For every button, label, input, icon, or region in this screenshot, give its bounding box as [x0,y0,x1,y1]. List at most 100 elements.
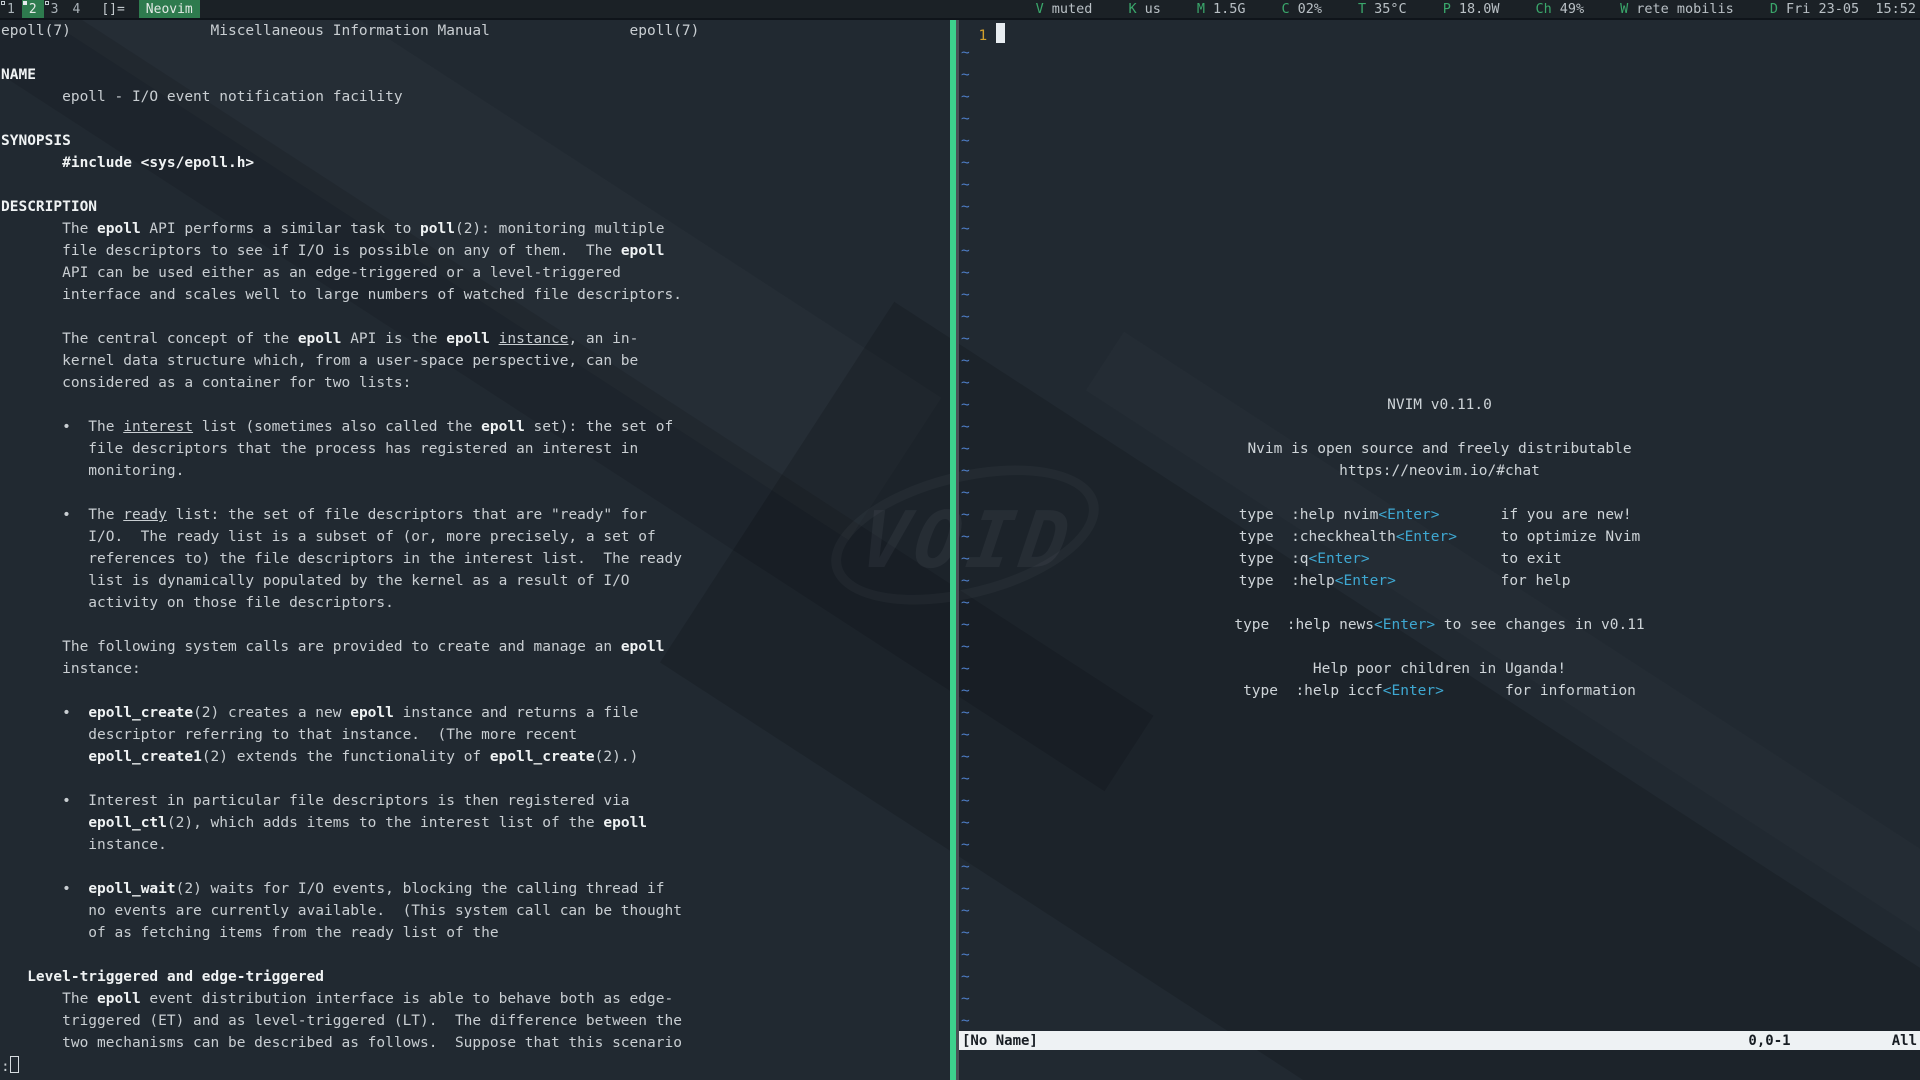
man-line: file descriptors that the process has re… [1,438,699,460]
man-line: API can be used either as an edge-trigge… [1,262,699,284]
nvim-row: ~ [961,922,1005,944]
man-line [1,680,699,702]
nvim-row: ~ [961,328,1005,350]
man-line: references to) the file descriptors in t… [1,548,699,570]
tag-2[interactable]: 2 [22,0,44,18]
intro-line: type :help<Enter> for help [959,570,1920,592]
nvim-row: ~ [961,790,1005,812]
nvim-statusline: [No Name] 0,0-1 All [959,1031,1920,1050]
nvim-row: 1 [961,20,1005,42]
tag-1[interactable]: 1 [0,0,22,18]
man-line: I/O. The ready list is a subset of (or, … [1,526,699,548]
man-line: instance. [1,834,699,856]
man-line: The epoll API performs a similar task to… [1,218,699,240]
man-line: The epoll event distribution interface i… [1,988,699,1010]
man-line: triggered (ET) and as level-triggered (L… [1,1010,699,1032]
man-line: DESCRIPTION [1,196,699,218]
man-line: epoll_create1(2) extends the functionali… [1,746,699,768]
nvim-row: ~ [961,746,1005,768]
man-line [1,108,699,130]
man-line [1,174,699,196]
dwm-bar: 1234 []= Neovim VmutedKusM1.5GC02%T35°CP… [0,0,1920,20]
man-page-content: epoll(7) Miscellaneous Information Manua… [1,20,699,1076]
status-p: P18.0W [1443,1,1500,17]
nvim-row: ~ [961,240,1005,262]
nvim-row: ~ [961,702,1005,724]
man-line: NAME [1,64,699,86]
nvim-row: ~ [961,108,1005,130]
man-line [1,614,699,636]
status-t: T35°C [1358,1,1407,17]
nvim-row: ~ [961,262,1005,284]
nvim-row: ~ [961,944,1005,966]
nvim-row: ~ [961,64,1005,86]
intro-line: Help poor children in Uganda! [959,658,1920,680]
man-line: Level-triggered and edge-triggered [1,966,699,988]
nvim-row: ~ [961,350,1005,372]
tag-3[interactable]: 3 [44,0,66,18]
man-line [1,944,699,966]
status-d: DFri 23-05 15:52 [1770,1,1916,17]
intro-line [959,636,1920,658]
man-line: #include <sys/epoll.h> [1,152,699,174]
status-w: Wrete mobilis [1620,1,1734,17]
window-separator[interactable] [956,20,959,1080]
man-line: considered as a container for two lists: [1,372,699,394]
nvim-row: ~ [961,130,1005,152]
tag-4[interactable]: 4 [65,0,87,18]
nvim-row: ~ [961,86,1005,108]
tag-indicator [45,1,49,5]
status-area: VmutedKusM1.5GC02%T35°CP18.0WCh49%Wrete … [1036,1,1920,17]
nvim-row: ~ [961,812,1005,834]
nvim-row: ~ [961,856,1005,878]
intro-line [959,482,1920,504]
intro-line: Nvim is open source and freely distribut… [959,438,1920,460]
man-line: file descriptors to see if I/O is possib… [1,240,699,262]
tag-indicator [1,1,5,5]
man-terminal-window[interactable]: epoll(7) Miscellaneous Information Manua… [0,20,950,1080]
intro-line: type :help nvim<Enter> if you are new! [959,504,1920,526]
nvim-row: ~ [961,306,1005,328]
man-line: interface and scales well to large numbe… [1,284,699,306]
man-line: no events are currently available. (This… [1,900,699,922]
man-line: kernel data structure which, from a user… [1,350,699,372]
tag-indicator [23,1,27,5]
man-line [1,768,699,790]
man-line: epoll - I/O event notification facility [1,86,699,108]
status-ch: Ch49% [1535,1,1584,17]
man-line: : [1,1054,699,1076]
man-line [1,306,699,328]
man-line: instance: [1,658,699,680]
nvim-row: ~ [961,966,1005,988]
nvim-row: ~ [961,196,1005,218]
man-line: SYNOPSIS [1,130,699,152]
nvim-ruler: 0,0-1 All [1748,1033,1917,1049]
status-v: Vmuted [1036,1,1093,17]
nvim-row: ~ [961,284,1005,306]
intro-line: type :help iccf<Enter> for information [959,680,1920,702]
man-line: of as fetching items from the ready list… [1,922,699,944]
nvim-row: ~ [961,900,1005,922]
man-line: • Interest in particular file descriptor… [1,790,699,812]
nvim-intro-message: NVIM v0.11.0 Nvim is open source and fre… [959,394,1920,702]
neovim-window[interactable]: 1 ~~~~~~~~~~~~~~~~~~~~~~~~~~~~~~~~~~~~~~… [959,20,1920,1080]
nvim-row: ~ [961,1010,1005,1032]
man-line [1,856,699,878]
nvim-row: ~ [961,152,1005,174]
window-title: Neovim [139,0,200,18]
status-c: C02% [1282,1,1323,17]
man-line [1,482,699,504]
tag-list: 1234 [0,0,87,18]
man-line: epoll(7) Miscellaneous Information Manua… [1,20,699,42]
status-m: M1.5G [1197,1,1246,17]
man-line: • epoll_create(2) creates a new epoll in… [1,702,699,724]
man-line: The following system calls are provided … [1,636,699,658]
man-line: list is dynamically populated by the ker… [1,570,699,592]
layout-symbol[interactable]: []= [101,2,124,17]
nvim-row: ~ [961,768,1005,790]
intro-line: type :checkhealth<Enter> to optimize Nvi… [959,526,1920,548]
intro-line: type :help news<Enter> to see changes in… [959,614,1920,636]
intro-line: NVIM v0.11.0 [959,394,1920,416]
man-line: monitoring. [1,460,699,482]
nvim-row: ~ [961,218,1005,240]
